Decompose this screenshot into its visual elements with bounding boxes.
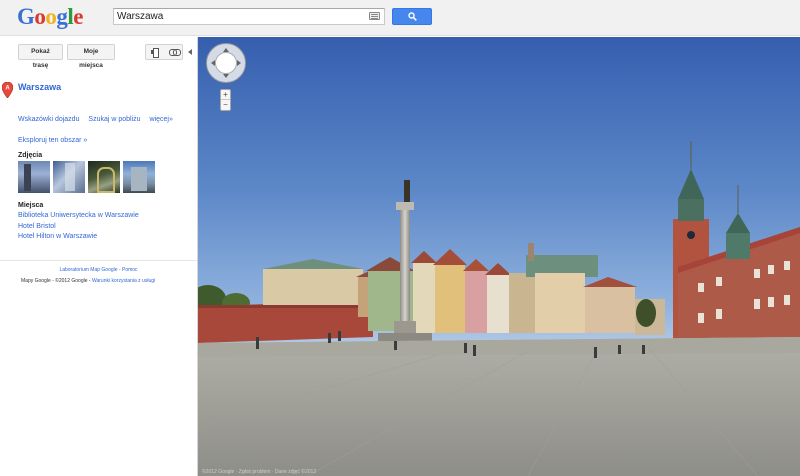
compass-center [215, 52, 237, 74]
top-bar: Google [0, 0, 800, 36]
pan-control[interactable] [206, 43, 246, 83]
building [535, 273, 585, 333]
marker-letter: A [5, 86, 10, 92]
keyboard-icon[interactable] [369, 12, 380, 20]
terms-link[interactable]: Warunki korzystania z usługi [92, 278, 155, 284]
building [435, 265, 465, 333]
imagery-copyright: ©2012 Google · Zgłoś problem · Dane zdję… [202, 469, 317, 475]
search-button[interactable] [392, 8, 432, 25]
help-link[interactable]: Pomoc [122, 267, 138, 273]
places-heading: Miejsca [18, 202, 44, 209]
place-link[interactable]: Hotel Bristol [18, 222, 139, 233]
copyright-text: Mapy Google - ©2012 Google - [21, 278, 92, 284]
more-link[interactable]: więcej» [150, 116, 173, 123]
logo-letter: o [45, 4, 57, 29]
building [487, 275, 509, 333]
place-actions: Wskazówki dojazdu Szukaj w pobliżu więce… [18, 116, 180, 123]
search-icon [408, 12, 417, 21]
place-link[interactable]: Hotel Hilton w Warszawie [18, 232, 139, 243]
route-button[interactable]: Pokaż trasę [18, 44, 63, 69]
search-input[interactable] [117, 10, 357, 23]
logo-letter: e [73, 4, 83, 29]
link-icon[interactable] [169, 49, 181, 56]
zoom-in-button[interactable]: + [221, 90, 230, 100]
square-pavement [198, 337, 800, 476]
print-icon[interactable] [151, 48, 159, 58]
statue [404, 180, 410, 202]
building [413, 263, 435, 333]
photo-thumbnail[interactable] [18, 161, 50, 193]
photo-thumbnail[interactable] [53, 161, 85, 193]
directions-link[interactable]: Wskazówki dojazdu [18, 116, 79, 123]
photos-heading: Zdjęcia [18, 152, 43, 159]
footer-links: Laboratorium Map Google - Pomoc [0, 267, 197, 273]
logo-letter: o [34, 4, 46, 29]
photo-thumbnail[interactable] [123, 161, 155, 193]
share-tools [145, 44, 183, 60]
pan-down-icon[interactable] [223, 74, 229, 78]
search-box [113, 8, 385, 25]
sigismund-column [400, 209, 410, 321]
places-list: Biblioteka Uniwersytecka w Warszawie Hot… [18, 211, 139, 243]
building [509, 273, 535, 333]
building [263, 269, 363, 305]
place-link[interactable]: Biblioteka Uniwersytecka w Warszawie [18, 211, 139, 222]
logo-letter: g [56, 4, 68, 29]
panorama-image [198, 141, 800, 476]
footer-copyright: Mapy Google - ©2012 Google - Warunki kor… [21, 278, 155, 284]
google-logo[interactable]: Google [17, 4, 83, 30]
photo-thumbnail[interactable] [88, 161, 120, 193]
zoom-control: + − [220, 89, 231, 111]
footer-divider [0, 260, 197, 261]
street-view-panorama[interactable]: + − ©2012 Google · Zgłoś problem · Dane … [198, 37, 800, 476]
sidebar-panel: Pokaż trasę Moje miejsca A Warszawa Wska… [0, 37, 197, 476]
place-title[interactable]: Warszawa [18, 82, 61, 92]
marker-a-icon[interactable]: A [2, 82, 13, 98]
explore-area-link[interactable]: Eksploruj ten obszar » [18, 137, 87, 144]
pan-right-icon[interactable] [237, 60, 241, 66]
search-nearby-link[interactable]: Szukaj w pobliżu [88, 116, 140, 123]
labs-link[interactable]: Laboratorium Map Google [59, 267, 117, 273]
building [585, 287, 635, 333]
building [465, 271, 487, 333]
logo-letter: G [17, 4, 35, 29]
my-places-button[interactable]: Moje miejsca [67, 44, 115, 69]
collapse-panel-icon[interactable] [188, 49, 192, 55]
zoom-out-button[interactable]: − [221, 100, 230, 110]
